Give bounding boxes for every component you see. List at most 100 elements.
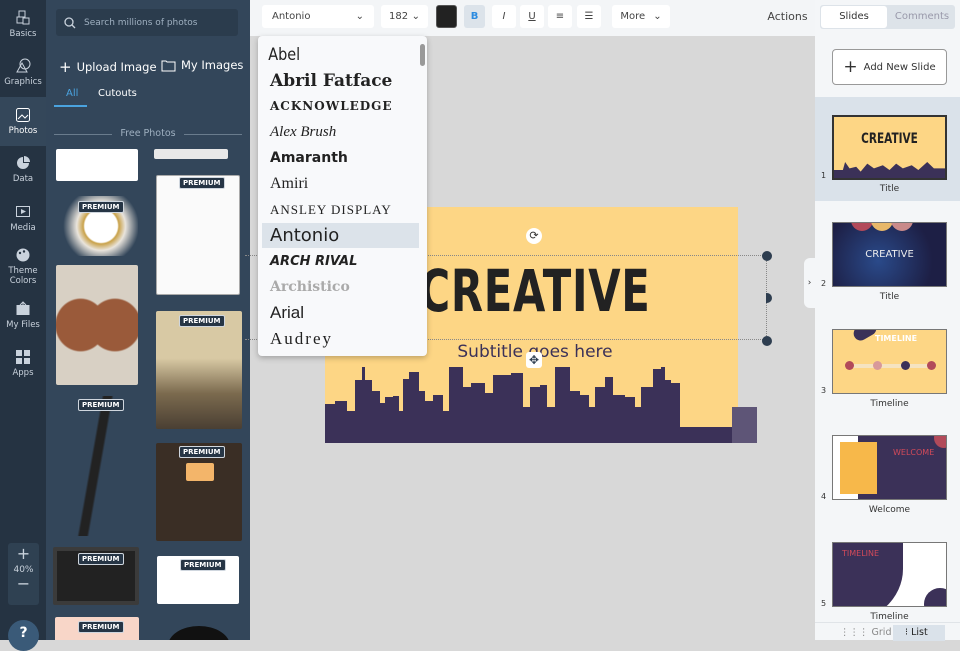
resize-handle[interactable] bbox=[762, 336, 772, 346]
font-option[interactable]: ARCH RIVAL bbox=[258, 248, 427, 274]
video-icon bbox=[16, 205, 30, 217]
premium-badge: PREMIUM bbox=[180, 559, 226, 571]
photo-thumbnail[interactable] bbox=[154, 149, 228, 159]
font-option[interactable]: Amiri bbox=[258, 171, 427, 197]
slide-number: 5 bbox=[821, 599, 827, 608]
bullet-list-icon: ☰ bbox=[584, 11, 594, 22]
add-label: Add New Slide bbox=[863, 61, 936, 73]
font-option[interactable]: Alex Brush bbox=[258, 119, 427, 145]
rotate-handle[interactable]: ⟳ bbox=[526, 228, 542, 244]
scrollbar[interactable] bbox=[420, 44, 425, 66]
chevron-down-icon: ⌄ bbox=[411, 11, 420, 22]
thumb-title: CREATIVE bbox=[865, 249, 914, 260]
rail-photos[interactable]: Photos bbox=[0, 97, 46, 146]
tab-cutouts[interactable]: Cutouts bbox=[98, 88, 137, 99]
photo-thumbnail[interactable] bbox=[156, 175, 240, 295]
rail-media[interactable]: Media bbox=[0, 194, 46, 243]
thumb-title: CREATIVE bbox=[861, 131, 918, 147]
list-button[interactable]: ☰ bbox=[577, 5, 601, 28]
font-option[interactable]: ANSLEY DISPLAY bbox=[258, 197, 427, 223]
list-view-button[interactable]: ⁝ List bbox=[893, 625, 945, 641]
align-button[interactable]: ≡ bbox=[548, 5, 572, 28]
zoom-control: + 40% − bbox=[8, 543, 39, 605]
rail-apps[interactable]: Apps bbox=[0, 340, 46, 389]
font-option[interactable]: Audrey bbox=[258, 326, 427, 352]
slide-thumbnail-3[interactable]: TIMELINE bbox=[832, 329, 947, 394]
icon-rail: Basics Graphics Photos Data Media Theme … bbox=[0, 0, 46, 651]
resize-handle[interactable] bbox=[766, 293, 772, 303]
grid-view-button[interactable]: ⋮⋮⋮ Grid bbox=[840, 627, 891, 638]
font-value: Antonio bbox=[272, 11, 311, 22]
more-button[interactable]: More ⌄ bbox=[612, 5, 670, 28]
font-option[interactable]: ACKNOWLEDGE bbox=[258, 94, 427, 120]
blocks-icon bbox=[16, 10, 30, 25]
tab-comments[interactable]: Comments bbox=[889, 6, 955, 28]
search-input[interactable]: Search millions of photos bbox=[56, 9, 238, 36]
search-placeholder: Search millions of photos bbox=[84, 17, 198, 28]
italic-button[interactable]: I bbox=[492, 5, 516, 28]
zoom-out-button[interactable]: − bbox=[8, 575, 39, 593]
premium-badge: PREMIUM bbox=[78, 201, 124, 213]
my-images-button[interactable]: My Images bbox=[161, 58, 243, 72]
rail-label: Basics bbox=[9, 28, 37, 39]
font-option[interactable]: Archistico bbox=[258, 274, 427, 300]
chevron-down-icon: ⌄ bbox=[653, 11, 662, 22]
tab-slides[interactable]: Slides bbox=[821, 6, 887, 28]
rail-graphics[interactable]: Graphics bbox=[0, 49, 46, 98]
slide-number: 2 bbox=[821, 279, 827, 288]
align-left-icon: ≡ bbox=[555, 11, 565, 22]
upload-image-button[interactable]: + Upload Image bbox=[59, 58, 157, 76]
font-option[interactable]: Amaranth bbox=[258, 145, 427, 171]
rail-label: Theme Colors bbox=[8, 266, 38, 287]
help-button[interactable]: ? bbox=[8, 620, 39, 651]
text-color-button[interactable] bbox=[436, 5, 457, 28]
apps-grid-icon bbox=[16, 350, 30, 365]
font-option[interactable]: Arial bbox=[258, 300, 427, 326]
slide-thumbnail-2[interactable]: CREATIVE bbox=[832, 222, 947, 287]
grid-label: Grid bbox=[871, 627, 892, 638]
panel-collapse-tab[interactable]: › bbox=[804, 258, 815, 308]
photo-thumbnail[interactable] bbox=[56, 149, 138, 181]
font-family-select[interactable]: Antonio ⌄ bbox=[262, 5, 374, 28]
premium-badge: PREMIUM bbox=[179, 315, 225, 327]
photo-thumbnail[interactable] bbox=[56, 396, 138, 536]
actions-button[interactable]: Actions bbox=[765, 5, 810, 28]
premium-badge: PREMIUM bbox=[78, 399, 124, 411]
font-option[interactable]: Abril Fatface bbox=[258, 68, 427, 94]
upload-label: Upload Image bbox=[76, 60, 157, 74]
photo-thumbnail[interactable] bbox=[56, 265, 138, 385]
image-icon bbox=[16, 107, 30, 122]
photo-thumbnail[interactable] bbox=[156, 311, 242, 429]
photo-thumbnail[interactable] bbox=[168, 626, 230, 640]
font-size-select[interactable]: 182 ⌄ bbox=[381, 5, 428, 28]
slide-thumbnail-5[interactable]: TIMELINE bbox=[832, 542, 947, 607]
font-option[interactable]: Abel bbox=[258, 42, 402, 68]
bold-button[interactable]: B bbox=[464, 5, 485, 28]
slide-label: Welcome bbox=[868, 505, 911, 515]
folder-icon bbox=[161, 60, 176, 71]
tab-all[interactable]: All bbox=[66, 88, 78, 99]
rail-label: My Files bbox=[6, 319, 40, 330]
skyline-graphic bbox=[325, 367, 757, 443]
slides-panel: Slides Comments + Add New Slide CREATIVE … bbox=[815, 0, 960, 641]
slide-label: Timeline bbox=[870, 612, 909, 622]
more-label: More bbox=[620, 11, 646, 22]
zoom-in-button[interactable]: + bbox=[8, 543, 39, 565]
rail-basics[interactable]: Basics bbox=[0, 0, 46, 49]
slide-thumbnail-1[interactable]: CREATIVE bbox=[832, 115, 947, 180]
font-option-selected[interactable]: Antonio bbox=[262, 222, 419, 249]
add-new-slide-button[interactable]: + Add New Slide bbox=[832, 49, 947, 85]
underline-button[interactable]: U bbox=[520, 5, 544, 28]
rail-label: Graphics bbox=[4, 77, 42, 88]
rail-my-files[interactable]: My Files bbox=[0, 291, 46, 340]
shapes-icon bbox=[16, 58, 31, 73]
slide-thumbnail-4[interactable]: WELCOME bbox=[832, 435, 947, 500]
photos-panel: Search millions of photos + Upload Image … bbox=[46, 0, 250, 640]
rail-data[interactable]: Data bbox=[0, 146, 46, 195]
slide-title[interactable]: CREATIVE bbox=[384, 257, 686, 325]
tab-indicator bbox=[54, 105, 87, 107]
search-icon bbox=[64, 16, 76, 28]
move-handle[interactable]: ✥ bbox=[526, 352, 542, 368]
resize-handle[interactable] bbox=[762, 251, 772, 261]
rail-theme-colors[interactable]: Theme Colors bbox=[0, 243, 46, 292]
